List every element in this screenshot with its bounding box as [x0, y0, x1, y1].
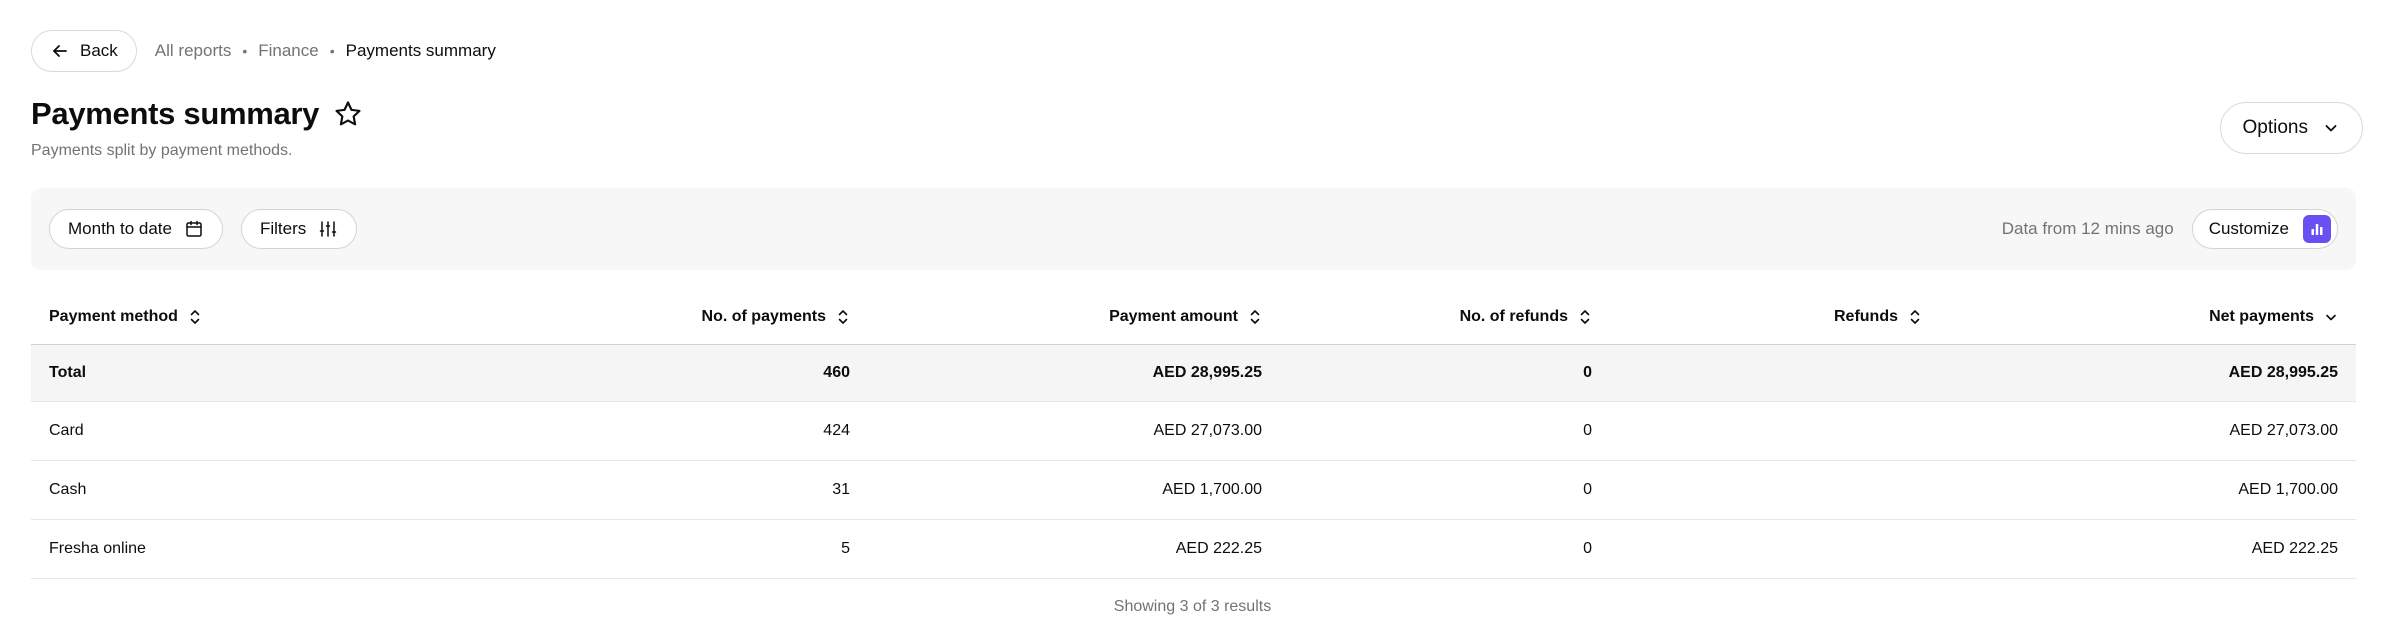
sort-icon [1250, 310, 1260, 324]
total-net-payments-cell: AED 28,995.25 [2228, 364, 2338, 381]
table-total-row: Total 460 AED 28,995.25 0 AED 28,995.25 [31, 345, 2356, 402]
data-freshness-text: Data from 12 mins ago [2001, 219, 2174, 238]
date-range-label: Month to date [68, 219, 172, 238]
column-header-label: Payment amount [1109, 308, 1238, 325]
filters-label: Filters [259, 219, 307, 238]
sort-icon [1580, 310, 1590, 324]
payment-method-cell: Fresha online [49, 540, 146, 557]
sliders-icon [320, 221, 337, 237]
column-header-label: No. of payments [701, 308, 826, 325]
column-header-net-payments[interactable]: Net payments [1940, 308, 2356, 326]
options-button-label: Options [2242, 117, 2308, 138]
no-of-payments-cell: 31 [832, 481, 850, 498]
column-header-label: No. of refunds [1459, 308, 1568, 325]
date-range-filter[interactable]: Month to date [49, 209, 223, 249]
payment-amount-cell: AED 222.25 [1175, 540, 1262, 557]
top-navigation: Back All reports • Finance • Payments su… [31, 30, 496, 72]
back-button[interactable]: Back [31, 30, 137, 72]
back-button-label: Back [80, 41, 118, 60]
page-heading: Payments summary Payments split by payme… [31, 96, 363, 160]
sort-icon [838, 310, 848, 324]
column-header-label: Refunds [1834, 308, 1898, 325]
no-of-payments-cell: 424 [823, 422, 850, 439]
no-of-refunds-cell: 0 [1583, 540, 1592, 557]
table-row[interactable]: Fresha online 5 AED 222.25 0 AED 222.25 [31, 520, 2356, 579]
results-count-text: Showing 3 of 3 results [1113, 598, 1272, 615]
breadcrumb-all-reports[interactable]: All reports [155, 41, 232, 61]
payments-table: Payment method No. of payments Payment a… [31, 290, 2356, 579]
arrow-left-icon [53, 45, 67, 57]
table-header-row: Payment method No. of payments Payment a… [31, 290, 2356, 345]
net-payments-cell: AED 1,700.00 [2238, 481, 2338, 498]
column-header-no-of-refunds[interactable]: No. of refunds [1280, 308, 1610, 326]
payment-amount-cell: AED 27,073.00 [1153, 422, 1262, 439]
sort-icon [1910, 310, 1920, 324]
bar-chart-icon [2303, 215, 2331, 243]
filters-button[interactable]: Filters [240, 209, 358, 249]
filter-toolbar: Month to date Filters Data from 12 mins … [31, 188, 2356, 270]
report-page: Back All reports • Finance • Payments su… [0, 0, 2385, 628]
table-row[interactable]: Cash 31 AED 1,700.00 0 AED 1,700.00 [31, 461, 2356, 520]
options-button[interactable]: Options [2219, 102, 2363, 154]
breadcrumb-separator: • [329, 43, 335, 59]
breadcrumb: All reports • Finance • Payments summary [155, 41, 496, 61]
no-of-refunds-cell: 0 [1583, 481, 1592, 498]
payment-method-cell: Card [49, 422, 84, 439]
star-icon[interactable] [333, 99, 363, 129]
column-header-payment-amount[interactable]: Payment amount [868, 308, 1280, 326]
breadcrumb-finance[interactable]: Finance [258, 41, 318, 61]
no-of-payments-cell: 5 [841, 540, 850, 557]
breadcrumb-current: Payments summary [345, 41, 496, 60]
title-row: Payments summary [31, 96, 363, 132]
column-header-payment-method[interactable]: Payment method [31, 308, 506, 326]
table-row[interactable]: Card 424 AED 27,073.00 0 AED 27,073.00 [31, 402, 2356, 461]
net-payments-cell: AED 27,073.00 [2229, 422, 2338, 439]
customize-button[interactable]: Customize [2191, 209, 2338, 249]
net-payments-cell: AED 222.25 [2251, 540, 2338, 557]
column-header-label: Payment method [49, 308, 178, 325]
total-label-cell: Total [49, 364, 87, 381]
chevron-down-icon [2326, 314, 2336, 321]
chevron-down-icon [2325, 125, 2337, 132]
customize-label: Customize [2208, 219, 2289, 238]
sort-icon [190, 310, 200, 324]
total-payment-amount-cell: AED 28,995.25 [1152, 364, 1262, 381]
no-of-refunds-cell: 0 [1583, 422, 1592, 439]
payment-amount-cell: AED 1,700.00 [1162, 481, 1262, 498]
breadcrumb-separator: • [242, 43, 248, 59]
payment-method-cell: Cash [49, 481, 87, 498]
total-no-of-refunds-cell: 0 [1583, 364, 1592, 381]
column-header-label: Net payments [2209, 308, 2314, 325]
total-no-of-payments-cell: 460 [823, 364, 850, 381]
page-title: Payments summary [31, 96, 320, 131]
column-header-refunds[interactable]: Refunds [1610, 308, 1940, 326]
calendar-icon [186, 220, 202, 237]
column-header-no-of-payments[interactable]: No. of payments [506, 308, 868, 326]
page-subtitle: Payments split by payment methods. [31, 142, 293, 159]
